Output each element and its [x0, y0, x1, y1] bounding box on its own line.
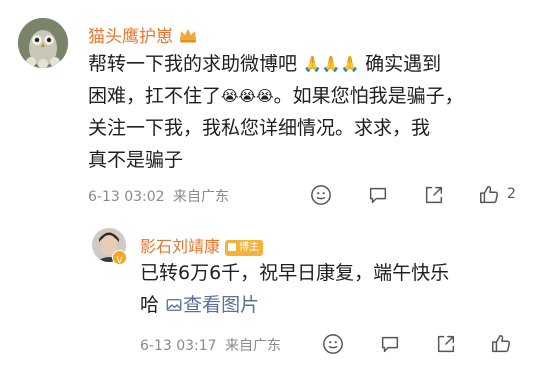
pray-icon: 🙏: [303, 55, 322, 73]
reply-button[interactable]: [365, 182, 391, 208]
reply-reply-button[interactable]: [377, 331, 403, 357]
reply-text: 已转6万6千，祝早日康复，端午快乐 哈 查看图片: [140, 262, 450, 316]
comment-meta: 6-13 03:02 来自广东: [88, 186, 229, 206]
pray-icon: 🙏: [340, 55, 360, 73]
verified-badge: V: [112, 250, 127, 266]
smiley-icon: [311, 185, 331, 205]
cry-icon: 😭: [256, 87, 274, 105]
owl-avatar-icon: [18, 18, 68, 68]
reply-icon: [369, 187, 387, 204]
comment-timestamp: 6-13 03:02: [88, 189, 165, 205]
author-badge: 博主: [225, 240, 264, 256]
reply-username[interactable]: 影石刘靖康 博主: [140, 233, 264, 257]
like-icon: [480, 186, 499, 204]
comment-text: 帮转一下我的求助微博吧 🙏🙏🙏 确实遇到 困难，扛不住了😭😭😭。如果您怕我是骗子…: [88, 53, 464, 171]
smiley-icon: [323, 334, 343, 354]
svg-text:V: V: [116, 256, 123, 266]
image-icon: [166, 299, 182, 311]
like-count: 2: [507, 186, 516, 202]
reply-like-button[interactable]: [488, 331, 514, 357]
cry-icon: 😭: [221, 87, 239, 105]
emoji-react-button[interactable]: [308, 182, 334, 208]
reply-share-button[interactable]: [433, 331, 459, 357]
verified-icon: V: [116, 256, 123, 266]
share-icon: [437, 335, 455, 353]
share-icon: [425, 186, 443, 204]
reply-icon: [381, 336, 399, 353]
reply-meta: 6-13 03:17 来自广东: [140, 335, 281, 355]
like-button[interactable]: [476, 182, 502, 208]
share-button[interactable]: [421, 182, 447, 208]
avatar[interactable]: [18, 18, 68, 68]
crown-icon: [180, 29, 197, 43]
comment-location: 来自广东: [173, 189, 230, 205]
pray-icon: 🙏: [321, 55, 341, 73]
cry-icon: 😭: [238, 87, 257, 105]
comment-username[interactable]: 猫头鹰护崽: [88, 22, 198, 47]
reply-timestamp: 6-13 03:17: [140, 338, 217, 354]
like-icon: [492, 335, 511, 353]
reply-emoji-react-button[interactable]: [320, 331, 346, 357]
view-image-link[interactable]: 查看图片: [165, 294, 259, 316]
reply-location: 来自广东: [225, 338, 282, 354]
